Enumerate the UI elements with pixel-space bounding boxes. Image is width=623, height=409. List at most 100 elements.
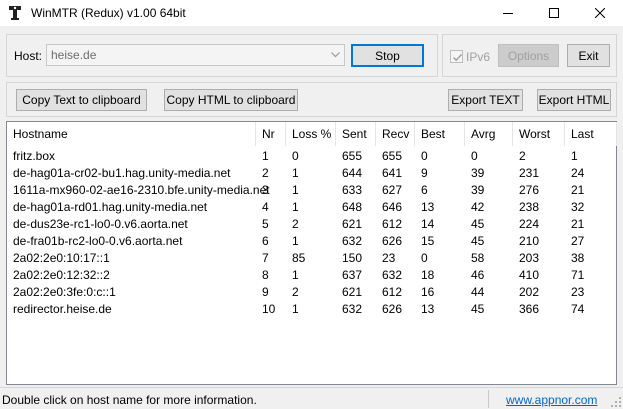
cell-loss: 1 [292,183,299,197]
cell-sent: 632 [342,234,363,248]
cell-worst: 2 [519,149,526,163]
cell-recv: 632 [382,268,403,282]
export-text-button[interactable]: Export TEXT [448,89,523,111]
table-row[interactable]: redirector.heise.de 10 1 632 626 13 45 366 74 [7,301,616,318]
stop-button[interactable]: Stop [351,44,424,67]
cell-recv: 626 [382,302,403,316]
maximize-button[interactable] [531,0,577,26]
close-icon [595,8,605,18]
cell-loss: 1 [292,200,299,214]
minimize-icon [503,13,513,14]
column-header-recv[interactable]: Recv [376,122,415,146]
table-row[interactable]: de-fra01b-rc2-lo0-0.v6.aorta.net 6 1 632 626… [7,233,616,250]
cell-hostname[interactable]: de-fra01b-rc2-lo0-0.v6.aorta.net [7,233,256,250]
cell-nr: 8 [262,268,269,282]
cell-avrg: 58 [471,251,485,265]
ipv6-checkbox[interactable] [450,50,463,63]
column-header-last[interactable]: Last [565,122,617,146]
table-row[interactable]: 2a02:2e0:3fe:0:c::1 9 2 621 612 16 44 202 23 [7,284,616,301]
cell-best: 15 [421,234,435,248]
table-row[interactable]: fritz.box 1 0 655 655 0 0 2 1 [7,148,616,165]
cell-sent: 150 [342,251,363,265]
column-header-avrg[interactable]: Avrg [465,122,513,146]
cell-avrg: 45 [471,217,485,231]
cell-last: 38 [571,251,585,265]
cell-avrg: 39 [471,183,485,197]
status-divider [488,390,489,408]
column-header-hostname[interactable]: Hostname [7,122,256,146]
cell-last: 23 [571,285,585,299]
cell-sent: 621 [342,285,363,299]
minimize-button[interactable] [485,0,531,26]
copy-text-button[interactable]: Copy Text to clipboard [16,89,147,111]
cell-hostname[interactable]: 2a02:2e0:10:17::1 [7,250,256,267]
cell-worst: 366 [519,302,540,316]
cell-nr: 6 [262,234,269,248]
cell-loss: 1 [292,268,299,282]
cell-avrg: 45 [471,234,485,248]
column-header-loss[interactable]: Loss % [286,122,336,146]
appnor-link[interactable]: www.appnor.com [506,392,597,408]
cell-hostname[interactable]: de-dus23e-rc1-lo0-0.v6.aorta.net [7,216,256,233]
table-row[interactable]: de-hag01a-rd01.hag.unity-media.net 4 1 648 6… [7,199,616,216]
title-bar[interactable]: WinMTR (Redux) v1.00 64bit [0,0,623,26]
cell-best: 18 [421,268,435,282]
cell-recv: 23 [382,251,396,265]
column-header-worst[interactable]: Worst [513,122,565,146]
table-row[interactable]: de-hag01a-cr02-bu1.hag.unity-media.net 2 1… [7,165,616,182]
cell-last: 32 [571,200,585,214]
table-row[interactable]: 2a02:2e0:12:32::2 8 1 637 632 18 46 410 71 [7,267,616,284]
table-row[interactable]: de-dus23e-rc1-lo0-0.v6.aorta.net 5 2 621 612… [7,216,616,233]
close-window-button[interactable] [577,0,623,26]
table-row[interactable]: 1611a-mx960-02-ae16-2310.bfe.unity-media… [7,182,616,199]
status-text: Double click on host name for more infor… [2,393,257,407]
cell-loss: 1 [292,234,299,248]
exit-button[interactable]: Exit [567,44,610,67]
cell-best: 0 [421,149,428,163]
status-bar: Double click on host name for more infor… [0,387,623,409]
cell-worst: 231 [519,166,540,180]
cell-sent: 621 [342,217,363,231]
resize-grip-icon[interactable] [610,396,622,408]
table-row[interactable]: 2a02:2e0:10:17::1 7 85 150 23 0 58 203 38 [7,250,616,267]
host-combobox[interactable]: heise.de [46,44,345,66]
cell-avrg: 44 [471,285,485,299]
cell-worst: 203 [519,251,540,265]
cell-best: 16 [421,285,435,299]
cell-hostname[interactable]: fritz.box [7,148,256,165]
cell-hostname[interactable]: 2a02:2e0:3fe:0:c::1 [7,284,256,301]
cell-loss: 2 [292,217,299,231]
cell-avrg: 39 [471,166,485,180]
cell-loss: 1 [292,302,299,316]
cell-recv: 612 [382,217,403,231]
cell-last: 1 [571,149,578,163]
cell-hostname[interactable]: redirector.heise.de [7,301,256,318]
cell-last: 21 [571,183,585,197]
column-header-nr[interactable]: Nr [256,122,286,146]
column-header-sent[interactable]: Sent [336,122,376,146]
trace-results-list[interactable]: Hostname Nr Loss % Sent Recv Best Avrg Worst Las… [6,121,617,385]
cell-sent: 633 [342,183,363,197]
window-title: WinMTR (Redux) v1.00 64bit [31,6,186,20]
cell-worst: 238 [519,200,540,214]
cell-sent: 655 [342,149,363,163]
combo-dropdown-arrow[interactable] [327,45,344,65]
cell-hostname[interactable]: 2a02:2e0:12:32::2 [7,267,256,284]
cell-last: 74 [571,302,585,316]
cell-sent: 644 [342,166,363,180]
export-html-button[interactable]: Export HTML [537,89,611,111]
cell-nr: 10 [262,302,276,316]
cell-worst: 210 [519,234,540,248]
cell-last: 24 [571,166,585,180]
cell-recv: 641 [382,166,403,180]
cell-hostname[interactable]: 1611a-mx960-02-ae16-2310.bfe.unity-media… [7,182,270,199]
cell-hostname[interactable]: de-hag01a-cr02-bu1.hag.unity-media.net [7,165,256,182]
ipv6-label[interactable]: IPv6 [466,49,490,65]
cell-hostname[interactable]: de-hag01a-rd01.hag.unity-media.net [7,199,256,216]
column-header-best[interactable]: Best [415,122,465,146]
copy-html-button[interactable]: Copy HTML to clipboard [164,89,298,111]
cell-avrg: 42 [471,200,485,214]
cell-nr: 2 [262,166,269,180]
cell-best: 14 [421,217,435,231]
options-button[interactable]: Options [498,44,559,67]
